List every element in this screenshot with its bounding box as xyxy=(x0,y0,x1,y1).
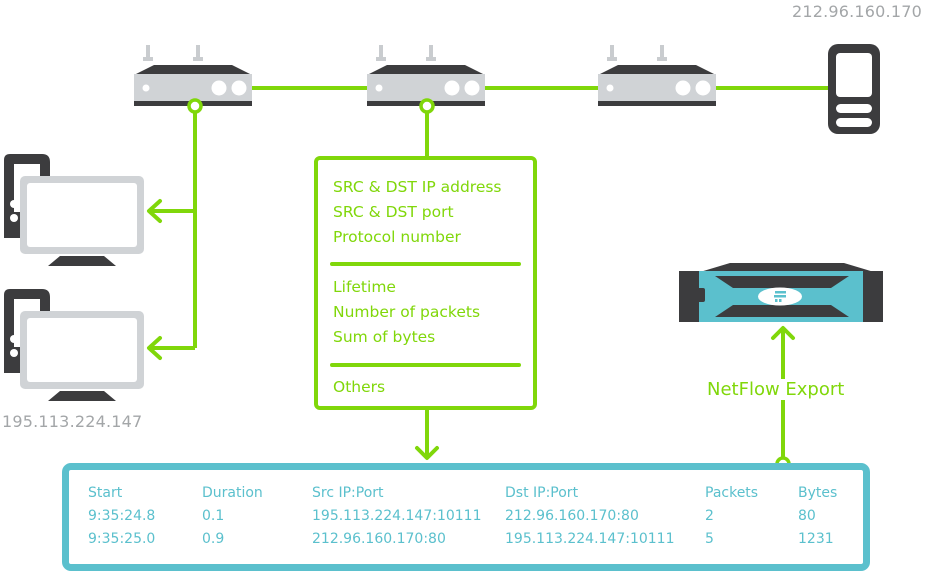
column-header-dst: Dst IP:Port xyxy=(505,485,579,501)
column-header-packets: Packets xyxy=(705,485,759,501)
table-cell: 195.113.224.147:10111 xyxy=(312,508,482,524)
table-cell: 2 xyxy=(705,508,714,524)
table-cell: 212.96.160.170:80 xyxy=(312,531,446,547)
junction-router2-icon xyxy=(419,98,435,114)
field-label: Lifetime xyxy=(333,278,396,296)
field-label: Others xyxy=(333,378,386,396)
divider xyxy=(330,262,521,266)
router-1-icon xyxy=(134,45,252,106)
desktop-computer-1-icon xyxy=(4,154,144,266)
desktop-computer-2-icon xyxy=(4,289,144,401)
table-cell: 9:35:24.8 xyxy=(88,508,156,524)
client-ip-label: 195.113.224.147 xyxy=(2,412,143,431)
table-cell: 212.96.160.170:80 xyxy=(505,508,639,524)
divider xyxy=(330,363,521,367)
table-cell: 0.9 xyxy=(202,531,225,547)
router-2-icon xyxy=(367,45,485,106)
field-label: SRC & DST port xyxy=(333,203,454,221)
table-cell: 80 xyxy=(798,508,816,524)
table-cell: 195.113.224.147:10111 xyxy=(505,531,675,547)
junction-router1-icon xyxy=(187,98,203,114)
flow-record-fields-box: SRC & DST IP address SRC & DST port Prot… xyxy=(314,156,537,410)
netflow-export-label: NetFlow Export xyxy=(706,379,846,400)
netflow-collector-appliance-icon xyxy=(679,263,883,322)
table-cell: 0.1 xyxy=(202,508,225,524)
table-cell: 9:35:25.0 xyxy=(88,531,156,547)
column-header-duration: Duration xyxy=(202,485,263,501)
table-cell: 5 xyxy=(705,531,714,547)
column-header-bytes: Bytes xyxy=(798,485,838,501)
field-label: Number of packets xyxy=(333,303,481,321)
router-3-icon xyxy=(598,45,716,106)
field-label: SRC & DST IP address xyxy=(333,178,502,196)
field-label: Sum of bytes xyxy=(333,328,436,346)
column-header-src: Src IP:Port xyxy=(312,485,384,501)
server-tower-icon xyxy=(828,44,880,134)
server-ip-label: 212.96.160.170 xyxy=(791,2,922,21)
flow-table: Start Duration Src IP:Port Dst IP:Port P… xyxy=(62,463,870,571)
field-label: Protocol number xyxy=(333,228,461,246)
column-header-start: Start xyxy=(88,485,123,501)
table-cell: 1231 xyxy=(798,531,834,547)
